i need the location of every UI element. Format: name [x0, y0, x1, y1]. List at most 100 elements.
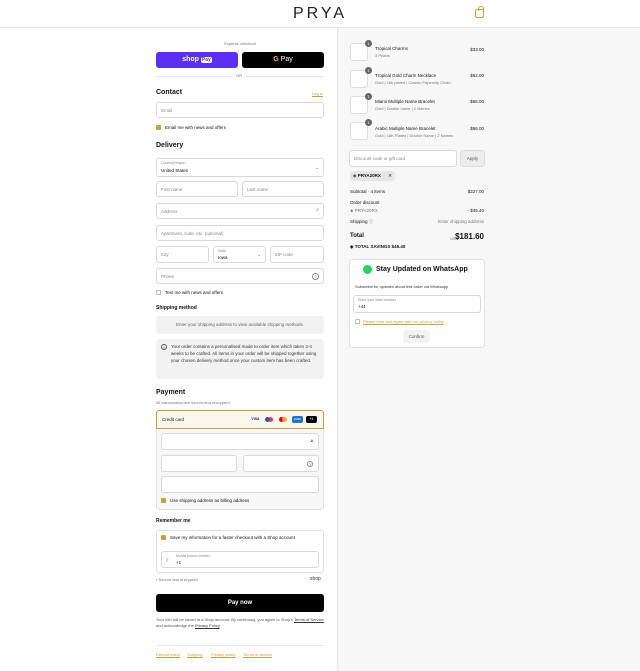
shop-logo: shop [310, 576, 321, 582]
billing-label: Use shipping address as billing address [170, 498, 250, 503]
item-name: Tropical Gold Charm Necklace [375, 73, 437, 78]
search-icon: ⌕ [316, 207, 319, 213]
shipping-value: Enter shipping address [437, 219, 484, 224]
item-name: Miami Multiple Name Bracelet [375, 99, 435, 104]
mastercard-icon [278, 416, 289, 423]
shipping-link[interactable]: Shipping [187, 652, 203, 657]
item-name: Tropical Charms [375, 46, 408, 51]
city-field[interactable]: City [156, 246, 209, 263]
mobile-phone-field[interactable]: ▯ Mobile phone number +1 [161, 551, 319, 568]
privacy-link[interactable]: Privacy Policy [195, 623, 220, 628]
save-info-checkbox[interactable] [161, 535, 166, 540]
total-label: Total [350, 233, 364, 239]
order-summary-panel [337, 28, 640, 671]
whatsapp-subtitle: Subscribe for updates about this order v… [355, 284, 449, 289]
apartment-field[interactable]: Apartment, suite, etc. (optional) [156, 225, 324, 241]
legal-text: Your info will be saved to a Shop accoun… [156, 617, 324, 628]
google-pay-button[interactable]: G Pay [242, 52, 324, 68]
help-icon[interactable]: ? [307, 461, 313, 467]
consent-checkbox[interactable] [355, 319, 360, 324]
amex-icon: AMEX [292, 416, 303, 423]
remove-icon[interactable]: ✕ [388, 171, 392, 181]
more-cards-badge: +4 [306, 416, 317, 423]
item-price: $66.00 [470, 99, 484, 104]
tos-link[interactable]: Terms of Service [294, 617, 324, 622]
express-checkout-label: Express checkout [224, 41, 256, 46]
logo[interactable]: PRYA [0, 5, 640, 23]
email-field[interactable]: Email [156, 102, 324, 118]
news-checkbox[interactable] [156, 125, 161, 130]
consent-label[interactable]: Please read and agree with our privacy p… [363, 319, 444, 324]
text-news-label: Text me with news and offers [165, 290, 223, 295]
quantity-badge: 1 [365, 119, 372, 126]
last-name-field[interactable]: Last name [242, 181, 324, 197]
phone-field[interactable]: Phone? [156, 268, 324, 284]
discount-code-row: ◈ PRYA20RX [350, 208, 378, 213]
maestro-icon [264, 416, 275, 423]
text-news-checkbox[interactable] [156, 290, 161, 295]
delivery-title: Delivery [156, 142, 184, 149]
help-icon[interactable]: ? [312, 273, 319, 280]
remember-title: Remember me [156, 518, 191, 524]
item-name: Arabic Multiple Name Bracelet [375, 126, 436, 131]
discount-code-field[interactable]: Discount code or gift card [349, 150, 457, 167]
google-pay-label: Pay [280, 56, 293, 63]
privacy-policy-link[interactable]: Privacy policy [211, 652, 235, 657]
expiration-field[interactable] [161, 455, 237, 472]
phone-icon: ▯ [166, 557, 169, 562]
shipping-placeholder: Enter your shipping address to view avai… [156, 316, 324, 334]
subtotal-label: Subtotal · 4 items [350, 189, 386, 194]
terms-link[interactable]: Terms of service [243, 652, 272, 657]
shopping-bag-icon[interactable] [475, 6, 484, 18]
or-divider: OR [232, 73, 246, 78]
discount-value: - $45.40 [467, 208, 484, 213]
visa-icon: VISA [251, 417, 260, 421]
shipping-method-title: Shipping method [156, 305, 197, 311]
made-to-order-notice: i Your order contains a personalised mad… [156, 339, 324, 379]
security-code-field[interactable]: ? [243, 455, 319, 472]
lock-icon: 🔒︎ [310, 438, 313, 443]
confirm-button[interactable]: Confirm [403, 330, 430, 343]
shop-pay-pay-label: Pay [200, 57, 212, 63]
zip-field[interactable]: ZIP code [270, 246, 324, 263]
chevron-down-icon: ⌄ [315, 165, 319, 170]
country-select[interactable]: Country/Region United States ⌄ [156, 158, 324, 177]
billing-checkbox[interactable] [161, 498, 166, 503]
whatsapp-icon [363, 265, 372, 274]
shop-pay-logo: shop [182, 56, 199, 63]
state-select[interactable]: State Iowa ⌄ [213, 246, 266, 263]
address-field[interactable]: Address ⌕ [156, 203, 324, 219]
name-on-card-field[interactable] [161, 476, 319, 493]
news-label: Email me with news and offers [165, 125, 226, 130]
subtotal-value: $227.00 [467, 189, 484, 194]
item-variant: Gold | Double name | 2 Names [375, 106, 430, 111]
item-price: $62.00 [470, 73, 484, 78]
help-icon[interactable]: ⓘ [369, 219, 374, 224]
login-link[interactable]: Log in [312, 91, 323, 96]
item-price: $66.00 [470, 126, 484, 131]
item-price: $33.00 [470, 47, 484, 52]
card-number-field[interactable]: 🔒︎ [161, 433, 319, 450]
total-savings: ◈ TOTAL SAVINGS $45.40 [350, 244, 406, 249]
order-discount-label: Order discount [350, 200, 380, 205]
info-icon: i [161, 344, 167, 350]
shipping-label: Shipping ⓘ [350, 219, 374, 224]
refund-policy-link[interactable]: Refund policy [156, 652, 180, 657]
first-name-field[interactable]: First name [156, 181, 238, 197]
quantity-badge: 1 [365, 67, 372, 74]
payment-subtitle: All transactions are secure and encrypte… [156, 400, 231, 405]
discount-tag: ◈ PRYA20RX ✕ [350, 171, 395, 181]
chevron-down-icon: ⌄ [257, 252, 261, 257]
google-g-icon: G [273, 56, 279, 63]
apply-button[interactable]: Apply [460, 150, 485, 167]
shop-pay-button[interactable]: shop Pay [156, 52, 238, 68]
item-variant: Gold | 18K Plated | Double Name | 2 Name… [375, 133, 454, 138]
order-number-field[interactable]: Enter your order number +44 [353, 295, 481, 313]
secure-label: ▪ Secure and encrypted [156, 577, 198, 582]
pay-now-button[interactable]: Pay now [156, 594, 324, 612]
whatsapp-title: Stay Updated on WhatsApp [376, 266, 468, 273]
save-info-label: Save my information for a faster checkou… [170, 535, 295, 540]
total-value: $181.60 [455, 232, 484, 241]
payment-title: Payment [156, 389, 186, 396]
quantity-badge: 1 [365, 93, 372, 100]
